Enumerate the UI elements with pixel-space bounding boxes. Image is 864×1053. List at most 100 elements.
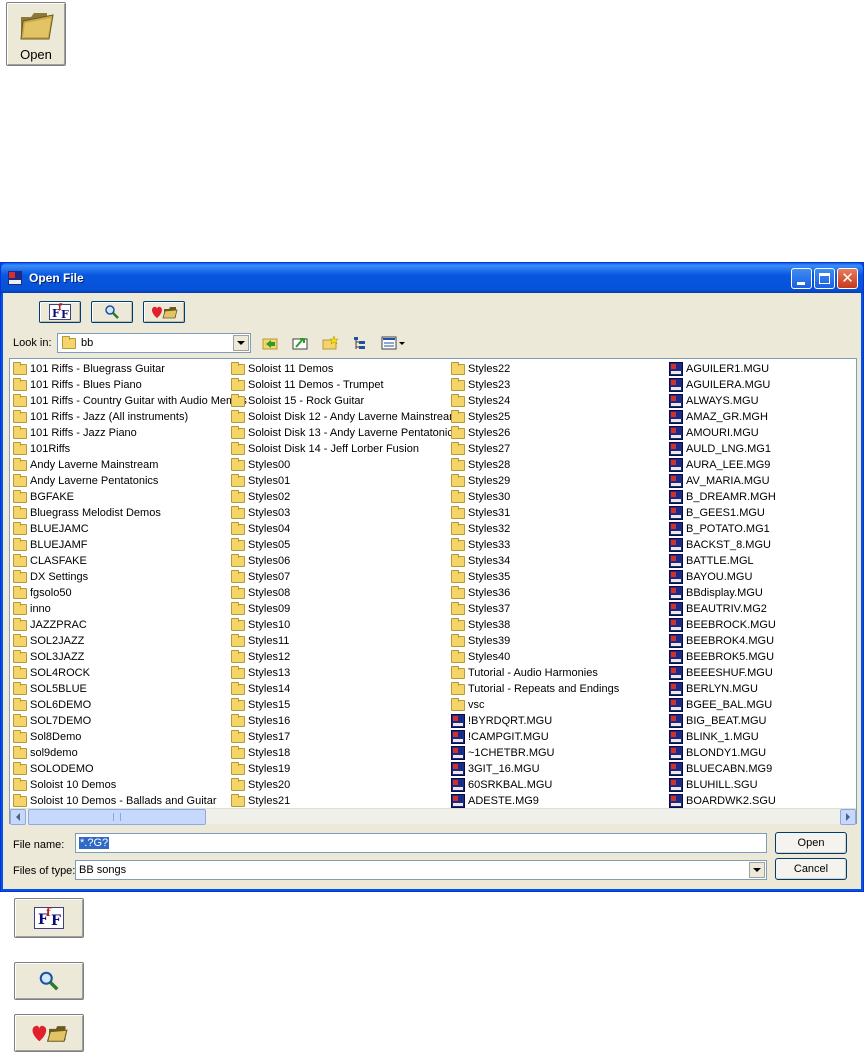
folder-item[interactable]: 101 Riffs - Jazz Piano bbox=[12, 425, 247, 441]
folder-item[interactable]: Styles34 bbox=[450, 553, 619, 569]
folder-item[interactable]: vsc bbox=[450, 697, 619, 713]
folder-item[interactable]: Styles15 bbox=[230, 697, 458, 713]
folder-item[interactable]: Styles29 bbox=[450, 473, 619, 489]
folder-item[interactable]: Styles26 bbox=[450, 425, 619, 441]
folder-item[interactable]: BGFAKE bbox=[12, 489, 247, 505]
song-file-item[interactable]: BEAUTRIV.MG2 bbox=[668, 601, 776, 617]
horizontal-scrollbar[interactable] bbox=[10, 808, 856, 825]
folder-item[interactable]: Soloist 11 Demos - Trumpet bbox=[230, 377, 458, 393]
folder-item[interactable]: Tutorial - Repeats and Endings bbox=[450, 681, 619, 697]
folder-item[interactable]: Styles22 bbox=[450, 361, 619, 377]
folder-item[interactable]: Andy Laverne Pentatonics bbox=[12, 473, 247, 489]
song-file-item[interactable]: BLUECABN.MG9 bbox=[668, 761, 776, 777]
song-file-item[interactable]: BLONDY1.MGU bbox=[668, 745, 776, 761]
folder-item[interactable]: Styles10 bbox=[230, 617, 458, 633]
song-file-item[interactable]: BLINK_1.MGU bbox=[668, 729, 776, 745]
folder-item[interactable]: Styles27 bbox=[450, 441, 619, 457]
folder-item[interactable]: JAZZPRAC bbox=[12, 617, 247, 633]
folder-item[interactable]: Andy Laverne Mainstream bbox=[12, 457, 247, 473]
dialog-titlebar[interactable]: Open File ✕ bbox=[1, 263, 863, 293]
song-file-item[interactable]: !BYRDQRT.MGU bbox=[450, 713, 619, 729]
folder-item[interactable]: Styles09 bbox=[230, 601, 458, 617]
folder-item[interactable]: Styles20 bbox=[230, 777, 458, 793]
back-button[interactable] bbox=[259, 333, 281, 353]
folder-item[interactable]: Styles35 bbox=[450, 569, 619, 585]
open-button-large[interactable]: Open bbox=[6, 2, 66, 66]
files-of-type-combo[interactable]: BB songs bbox=[75, 860, 767, 880]
song-file-item[interactable]: BEEBROCK.MGU bbox=[668, 617, 776, 633]
look-in-combo[interactable]: bb bbox=[57, 333, 251, 353]
folder-item[interactable]: Styles11 bbox=[230, 633, 458, 649]
folder-item[interactable]: Styles25 bbox=[450, 409, 619, 425]
folder-item[interactable]: Soloist 11 Demos bbox=[230, 361, 458, 377]
folder-item[interactable]: SOL6DEMO bbox=[12, 697, 247, 713]
folder-item[interactable]: fgsolo50 bbox=[12, 585, 247, 601]
song-file-item[interactable]: AMOURI.MGU bbox=[668, 425, 776, 441]
folder-item[interactable]: Styles33 bbox=[450, 537, 619, 553]
favorites-legend-button[interactable] bbox=[14, 1014, 84, 1052]
folder-item[interactable]: Styles19 bbox=[230, 761, 458, 777]
up-one-level-button[interactable] bbox=[289, 333, 311, 353]
folder-item[interactable]: DX Settings bbox=[12, 569, 247, 585]
folder-item[interactable]: Styles21 bbox=[230, 793, 458, 809]
minimize-button[interactable] bbox=[791, 268, 812, 289]
folder-item[interactable]: Bluegrass Melodist Demos bbox=[12, 505, 247, 521]
song-file-item[interactable]: BOARDWK2.SGU bbox=[668, 793, 776, 809]
maximize-button[interactable] bbox=[814, 268, 835, 289]
song-file-item[interactable]: 3GIT_16.MGU bbox=[450, 761, 619, 777]
song-file-item[interactable]: BEEESHUF.MGU bbox=[668, 665, 776, 681]
files-of-type-dropdown-arrow[interactable] bbox=[749, 862, 765, 878]
folder-item[interactable]: Styles23 bbox=[450, 377, 619, 393]
song-file-item[interactable]: AGUILERA.MGU bbox=[668, 377, 776, 393]
folder-item[interactable]: Styles01 bbox=[230, 473, 458, 489]
song-file-item[interactable]: AURA_LEE.MG9 bbox=[668, 457, 776, 473]
folder-item[interactable]: Styles40 bbox=[450, 649, 619, 665]
folder-item[interactable]: Soloist 10 Demos bbox=[12, 777, 247, 793]
folder-item[interactable]: Styles14 bbox=[230, 681, 458, 697]
folder-item[interactable]: BLUEJAMF bbox=[12, 537, 247, 553]
folder-item[interactable]: Styles16 bbox=[230, 713, 458, 729]
folder-item[interactable]: SOL7DEMO bbox=[12, 713, 247, 729]
song-file-item[interactable]: BAYOU.MGU bbox=[668, 569, 776, 585]
search-button[interactable] bbox=[91, 301, 133, 323]
folder-item[interactable]: Styles02 bbox=[230, 489, 458, 505]
new-folder-button[interactable] bbox=[319, 333, 341, 353]
folder-item[interactable]: Styles24 bbox=[450, 393, 619, 409]
folder-item[interactable]: Styles30 bbox=[450, 489, 619, 505]
song-file-item[interactable]: B_GEES1.MGU bbox=[668, 505, 776, 521]
folder-item[interactable]: Soloist 10 Demos - Ballads and Guitar bbox=[12, 793, 247, 809]
folder-item[interactable]: Styles36 bbox=[450, 585, 619, 601]
folder-item[interactable]: SOL5BLUE bbox=[12, 681, 247, 697]
folder-item[interactable]: Styles32 bbox=[450, 521, 619, 537]
song-file-item[interactable]: ALWAYS.MGU bbox=[668, 393, 776, 409]
folder-item[interactable]: SOL2JAZZ bbox=[12, 633, 247, 649]
song-file-item[interactable]: BEEBROK4.MGU bbox=[668, 633, 776, 649]
folder-item[interactable]: Styles17 bbox=[230, 729, 458, 745]
song-file-item[interactable]: !CAMPGIT.MGU bbox=[450, 729, 619, 745]
folder-item[interactable]: SOL3JAZZ bbox=[12, 649, 247, 665]
song-file-item[interactable]: B_POTATO.MG1 bbox=[668, 521, 776, 537]
song-file-item[interactable]: B_DREAMR.MGH bbox=[668, 489, 776, 505]
song-file-item[interactable]: BEEBROK5.MGU bbox=[668, 649, 776, 665]
close-button[interactable]: ✕ bbox=[837, 268, 858, 289]
song-file-item[interactable]: BACKST_8.MGU bbox=[668, 537, 776, 553]
folder-item[interactable]: Sol8Demo bbox=[12, 729, 247, 745]
song-file-item[interactable]: BLUHILL.SGU bbox=[668, 777, 776, 793]
scroll-right-button[interactable] bbox=[840, 809, 856, 825]
folder-item[interactable]: BLUEJAMC bbox=[12, 521, 247, 537]
folder-item[interactable]: Styles37 bbox=[450, 601, 619, 617]
folder-item[interactable]: Styles08 bbox=[230, 585, 458, 601]
ff-legend-button[interactable]: F f F bbox=[14, 898, 84, 938]
song-file-item[interactable]: BGEE_BAL.MGU bbox=[668, 697, 776, 713]
list-view-button[interactable] bbox=[349, 333, 371, 353]
folder-item[interactable]: Styles13 bbox=[230, 665, 458, 681]
look-in-dropdown-arrow[interactable] bbox=[233, 335, 249, 351]
folder-item[interactable]: Tutorial - Audio Harmonies bbox=[450, 665, 619, 681]
song-file-item[interactable]: AULD_LNG.MG1 bbox=[668, 441, 776, 457]
scroll-thumb[interactable] bbox=[28, 809, 206, 825]
ff-button[interactable]: F f F bbox=[39, 301, 81, 323]
folder-item[interactable]: Styles31 bbox=[450, 505, 619, 521]
folder-item[interactable]: Soloist Disk 14 - Jeff Lorber Fusion bbox=[230, 441, 458, 457]
folder-item[interactable]: CLASFAKE bbox=[12, 553, 247, 569]
folder-item[interactable]: Styles04 bbox=[230, 521, 458, 537]
